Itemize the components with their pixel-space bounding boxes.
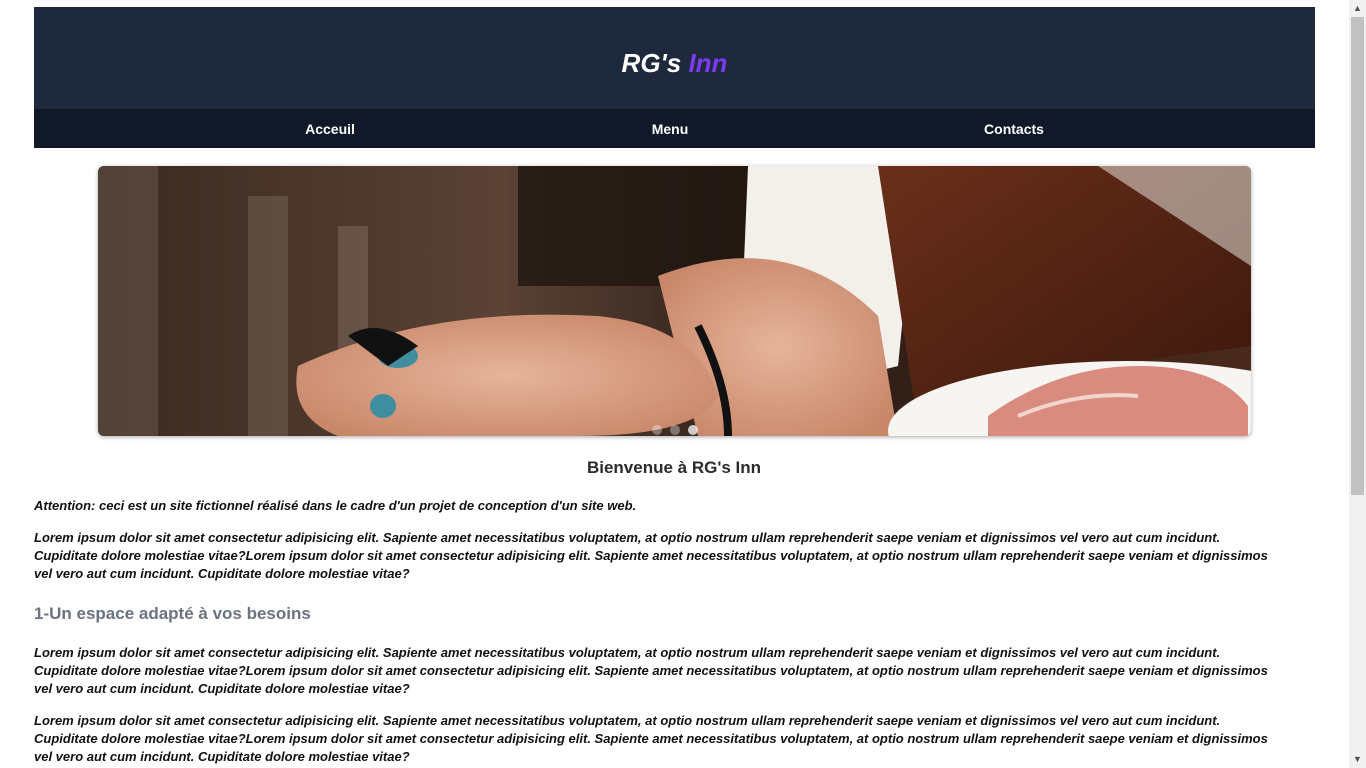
welcome-heading: Bienvenue à RG's Inn — [586, 458, 762, 477]
section-title: 1-Un espace adapté à vos besoins — [34, 604, 311, 623]
carousel-dot-active[interactable] — [687, 425, 698, 435]
nav-link-menu[interactable]: Menu — [652, 109, 689, 150]
scroll-up-icon[interactable]: ▲ — [1349, 0, 1366, 17]
site-brand[interactable]: RG's Inn — [622, 48, 728, 79]
carousel-indicators — [98, 425, 1251, 435]
carousel-slide-image — [98, 166, 1251, 436]
hero-carousel[interactable] — [98, 166, 1251, 436]
nav-link-acceuil[interactable]: Acceuil — [305, 109, 355, 150]
page-container: RG's Inn Acceuil Menu Contacts Bienvenue… — [34, 7, 1315, 764]
carousel-dot[interactable] — [669, 425, 680, 435]
brand-accent: Inn — [688, 47, 728, 78]
disclaimer-note: Attention: ceci est un site fictionnel r… — [34, 498, 637, 513]
brand-main: RG's — [621, 47, 682, 78]
scrollbar-thumb[interactable] — [1351, 17, 1364, 495]
section-paragraph: Lorem ipsum dolor sit amet consectetur a… — [34, 645, 1268, 696]
nav-link-contacts[interactable]: Contacts — [984, 109, 1044, 150]
section-paragraph: Lorem ipsum dolor sit amet consectetur a… — [34, 713, 1268, 764]
page-scrollbar[interactable]: ▲ ▼ — [1349, 0, 1366, 768]
scroll-down-icon[interactable]: ▼ — [1349, 751, 1366, 768]
intro-paragraph: Lorem ipsum dolor sit amet consectetur a… — [34, 530, 1268, 581]
site-header: RG's Inn — [34, 7, 1315, 109]
carousel-dot[interactable] — [651, 425, 662, 435]
main-content: Bienvenue à RG's Inn Attention: ceci est… — [34, 454, 1284, 766]
main-nav: Acceuil Menu Contacts — [34, 109, 1315, 148]
